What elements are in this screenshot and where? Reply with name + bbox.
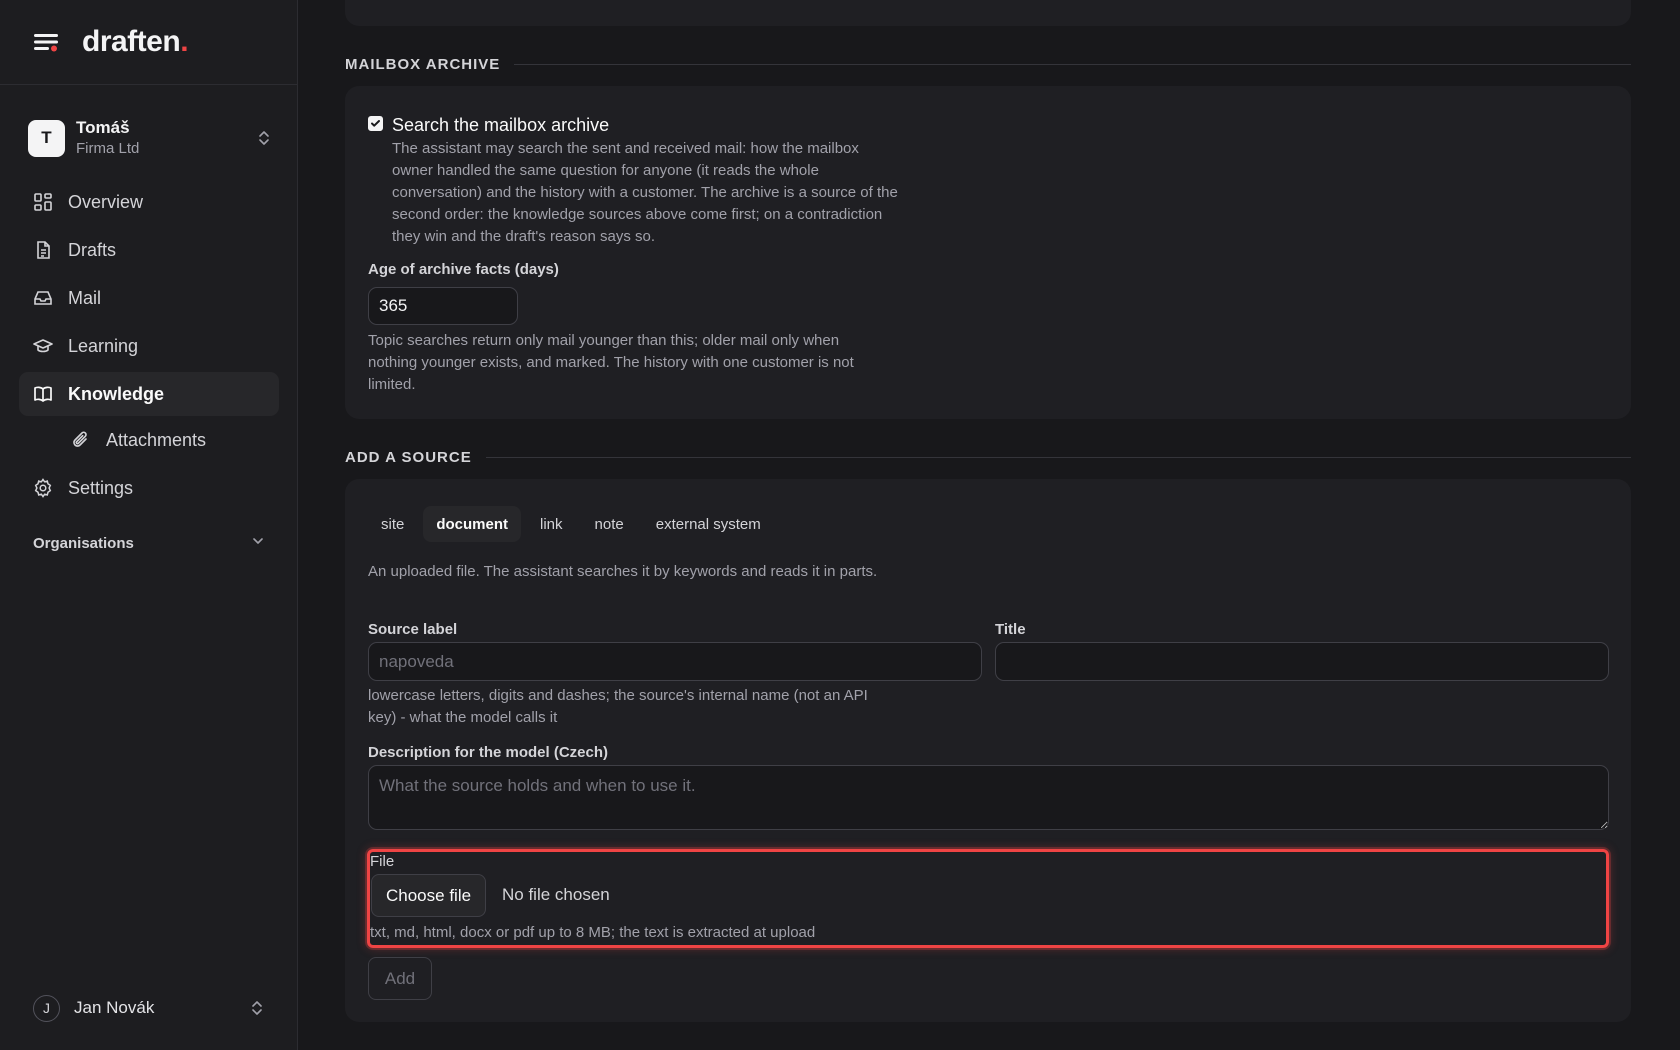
- org-name: Tomáš: [76, 118, 130, 137]
- add-source-card: site document link note external system …: [345, 479, 1631, 1022]
- organisations-label: Organisations: [33, 534, 134, 552]
- sidebar: draften. T Tomáš Firma Ltd Overview Draf…: [0, 0, 298, 1050]
- archive-search-label: Search the mailbox archive: [392, 115, 610, 135]
- brand-logo: draften.: [82, 25, 189, 59]
- tab-document[interactable]: document: [423, 506, 522, 542]
- mailbox-archive-title: MAILBOX ARCHIVE: [345, 56, 501, 73]
- description-label: Description for the model (Czech): [368, 744, 609, 761]
- nav-label-drafts: Drafts: [68, 239, 117, 260]
- organisations-toggle[interactable]: Organisations: [33, 532, 265, 554]
- main-nav: Overview Drafts Mail Learning Knowledge: [19, 180, 279, 514]
- age-input[interactable]: [368, 287, 518, 325]
- tab-external-system[interactable]: external system: [643, 506, 774, 542]
- nav-item-overview[interactable]: Overview: [19, 180, 279, 224]
- title-label: Title: [995, 621, 1026, 638]
- divider: [514, 64, 1631, 65]
- nav-item-knowledge[interactable]: Knowledge: [19, 372, 279, 416]
- nav-item-learning[interactable]: Learning: [19, 324, 279, 368]
- inbox-icon: [33, 288, 53, 308]
- age-help: Topic searches return only mail younger …: [368, 332, 854, 393]
- nav-label-learning: Learning: [68, 335, 139, 356]
- file-label: File: [370, 853, 395, 870]
- graduation-cap-icon: [33, 336, 53, 356]
- tab-note[interactable]: note: [582, 506, 637, 542]
- title-input[interactable]: [995, 642, 1609, 681]
- nav-label-settings: Settings: [68, 477, 134, 498]
- main-content: MAILBOX ARCHIVE Search the mailbox archi…: [298, 0, 1680, 1050]
- add-source-title: ADD A SOURCE: [345, 449, 472, 466]
- brand-text: draften: [82, 25, 181, 58]
- archive-search-checkbox[interactable]: [368, 116, 383, 131]
- gear-icon: [33, 478, 53, 498]
- dashboard-icon: [33, 192, 53, 212]
- user-name: Jan Novák: [74, 998, 155, 1017]
- nav-label-knowledge: Knowledge: [68, 383, 165, 404]
- source-label-help: lowercase letters, digits and dashes; th…: [368, 687, 868, 726]
- menu-icon[interactable]: [32, 30, 60, 54]
- previous-card: [345, 0, 1631, 26]
- no-file-text: No file chosen: [502, 885, 610, 904]
- document-description: An uploaded file. The assistant searches…: [368, 563, 878, 580]
- nav-label-attachments: Attachments: [106, 429, 207, 450]
- nav-item-drafts[interactable]: Drafts: [19, 228, 279, 272]
- choose-file-button[interactable]: Choose file: [371, 874, 487, 917]
- chevrons-up-down-icon: [249, 999, 265, 1017]
- section-header-mailbox-archive: MAILBOX ARCHIVE: [345, 56, 1631, 73]
- nav-label-mail: Mail: [68, 287, 102, 308]
- age-label: Age of archive facts (days): [368, 261, 559, 278]
- section-header-add-source: ADD A SOURCE: [345, 449, 1631, 466]
- file-help: txt, md, html, docx or pdf up to 8 MB; t…: [370, 924, 816, 941]
- nav-label-overview: Overview: [68, 191, 144, 212]
- archive-search-description: The assistant may search the sent and re…: [392, 140, 898, 245]
- chevrons-up-down-icon: [256, 129, 272, 147]
- user-avatar: J: [33, 994, 60, 1022]
- source-label-label: Source label: [368, 621, 458, 638]
- org-company: Firma Ltd: [76, 140, 140, 157]
- source-type-tabs: site document link note external system: [368, 506, 780, 542]
- source-label-input[interactable]: [368, 642, 982, 681]
- org-avatar: T: [28, 119, 65, 157]
- mailbox-archive-card: Search the mailbox archive The assistant…: [345, 86, 1631, 419]
- brand-bar: draften.: [0, 0, 297, 85]
- tab-site[interactable]: site: [368, 506, 417, 542]
- paperclip-icon: [71, 430, 91, 450]
- org-switcher[interactable]: T Tomáš Firma Ltd: [28, 117, 272, 159]
- divider: [485, 457, 1631, 458]
- archive-search-option: Search the mailbox archive The assistant…: [368, 114, 902, 248]
- user-menu[interactable]: J Jan Novák: [33, 993, 265, 1023]
- nav-item-settings[interactable]: Settings: [19, 466, 279, 510]
- nav-item-mail[interactable]: Mail: [19, 276, 279, 320]
- document-icon: [33, 240, 53, 260]
- description-textarea[interactable]: [368, 765, 1609, 830]
- file-field-highlight: File Choose file No file chosen txt, md,…: [367, 849, 1609, 948]
- brand-dot: .: [180, 25, 189, 58]
- chevron-down-icon: [251, 534, 265, 552]
- tab-link[interactable]: link: [527, 506, 576, 542]
- nav-item-attachments[interactable]: Attachments: [19, 420, 279, 460]
- add-button[interactable]: Add: [368, 957, 432, 1000]
- book-open-icon: [33, 384, 53, 404]
